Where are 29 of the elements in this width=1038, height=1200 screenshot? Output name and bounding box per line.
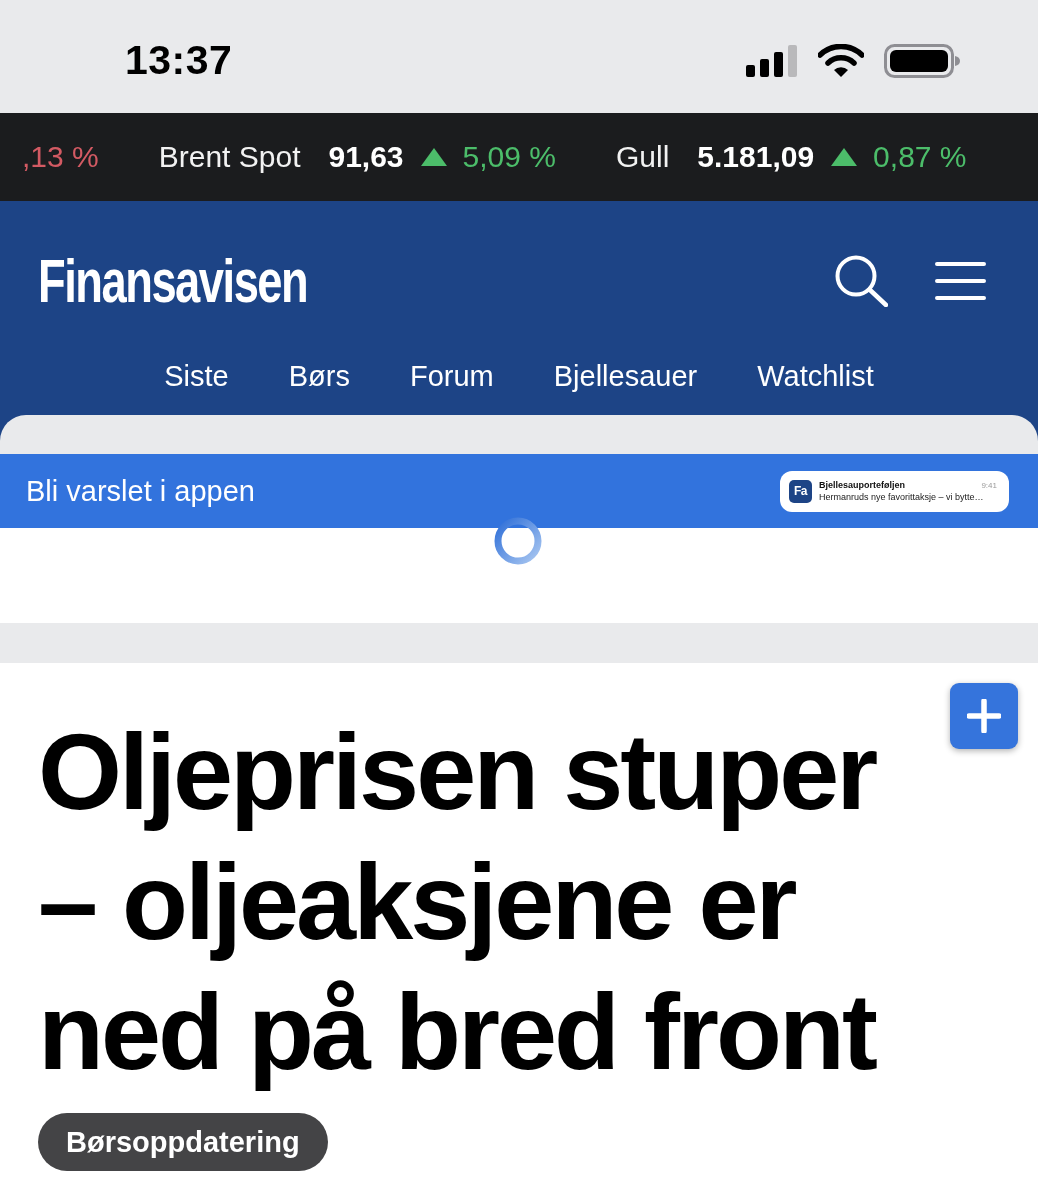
ticker-name: Brent Spot xyxy=(158,140,301,174)
nav-link[interactable]: Siste xyxy=(164,361,229,391)
ticker-price: 5.181,09 xyxy=(697,140,815,174)
logo[interactable]: Finansavisen xyxy=(38,250,308,312)
add-button[interactable] xyxy=(950,683,1018,749)
signal-icon xyxy=(746,44,798,77)
menu-icon[interactable] xyxy=(935,262,986,300)
plus-icon xyxy=(967,699,1001,733)
battery-icon xyxy=(884,43,960,78)
status-time: 13:37 xyxy=(125,37,233,84)
notification-title: Bjellesauporteføljen xyxy=(819,480,906,490)
notification-time: 9:41 xyxy=(981,481,997,490)
article-headline: Oljeprisen stuper – oljeaksjene er ned på bred front xyxy=(38,710,877,1094)
ticker-change: 0,87 % xyxy=(873,140,967,174)
loading-spinner-icon xyxy=(494,517,542,565)
ticker-price: 91,63 xyxy=(328,140,404,174)
nav-link[interactable]: Bjellesauer xyxy=(553,361,698,391)
ticker-name: Gull xyxy=(615,140,670,174)
search-icon[interactable] xyxy=(835,255,888,307)
nav-link[interactable]: Forum xyxy=(409,361,494,391)
ticker-change: 5,09 % xyxy=(462,140,556,174)
notification-message: Hermanruds nye favorittaksje – vi bytte… xyxy=(819,492,985,502)
category-tag[interactable]: Børsoppdatering xyxy=(38,1113,328,1171)
banner-text: Bli varslet i appen xyxy=(26,474,255,508)
app-logo: Fa xyxy=(789,479,812,503)
wifi-icon xyxy=(818,44,864,77)
nav-link[interactable]: Børs xyxy=(288,361,350,391)
nav-link[interactable]: Watchlist xyxy=(757,361,874,391)
ticker-change: ,13 % xyxy=(22,140,99,174)
